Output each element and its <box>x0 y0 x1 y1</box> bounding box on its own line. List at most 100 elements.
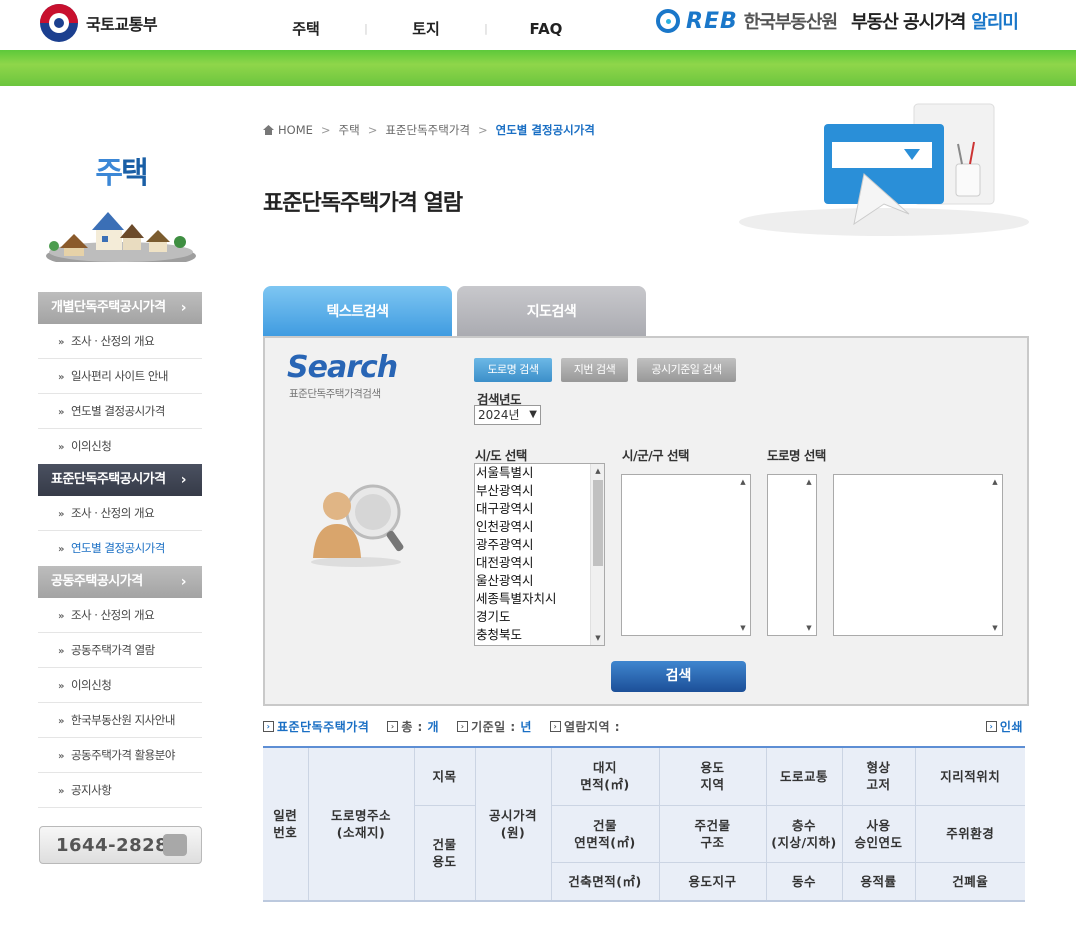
reb-name: 한국부동산원 <box>743 12 838 33</box>
sidebar-item[interactable]: » 연도별 결정공시가격 <box>38 394 202 429</box>
sido-option[interactable]: 충청북도 <box>475 626 604 644</box>
person-magnifier-icon <box>301 478 411 568</box>
nav-land[interactable]: 토지 <box>390 18 462 39</box>
molit-logo[interactable]: 국토교통부 <box>40 4 158 42</box>
tab-text-search[interactable]: 텍스트검색 <box>263 286 452 338</box>
sidebar-item-active[interactable]: » 연도별 결정공시가격 <box>38 531 202 566</box>
chevron-right-icon: › <box>180 574 187 590</box>
year-select[interactable]: 2024년 ▼ <box>474 405 541 425</box>
jibun-search-button[interactable]: 지번 검색 <box>561 358 628 382</box>
sidebar-group-standard[interactable]: 표준단독주택공시가격 › <box>38 464 202 496</box>
road-search-button[interactable]: 도로명 검색 <box>474 358 552 382</box>
scrollbar[interactable]: ▲ ▼ <box>802 475 816 635</box>
scroll-up-icon[interactable]: ▲ <box>591 464 604 478</box>
sidebar-item[interactable]: » 공동주택가격 활용분야 <box>38 738 202 773</box>
sidebar-nav: 개별단독주택공시가격 › » 조사 · 산정의 개요 » 일사편리 사이트 안내 » 연… <box>38 292 202 808</box>
nav-faq[interactable]: FAQ <box>510 20 582 38</box>
scroll-down-icon[interactable]: ▼ <box>802 621 816 635</box>
scroll-down-icon[interactable]: ▼ <box>736 621 750 635</box>
arrow-box-icon: › <box>985 721 997 732</box>
sido-option[interactable]: 부산광역시 <box>475 482 604 500</box>
col-bldg-use: 건물 용도 <box>414 804 476 902</box>
scroll-up-icon[interactable]: ▲ <box>736 475 750 489</box>
sido-option[interactable]: 경기도 <box>475 608 604 626</box>
tab-map-search[interactable]: 지도검색 <box>457 286 646 338</box>
scroll-up-icon[interactable]: ▲ <box>988 475 1002 489</box>
road-name-listbox[interactable]: ▲ ▼ <box>833 474 1003 636</box>
bullet-icon: » <box>58 646 64 657</box>
nav-housing[interactable]: 주택 <box>270 18 342 39</box>
sido-option[interactable]: 대전광역시 <box>475 554 604 572</box>
col-location: 지리적위치 <box>914 746 1025 806</box>
summary-total-unit: 개 <box>427 720 440 734</box>
telephone-icon <box>163 834 187 856</box>
base-date-search-button[interactable]: 공시기준일 검색 <box>637 358 736 382</box>
chevron-right-icon: › <box>180 472 187 488</box>
sido-option[interactable]: 대구광역시 <box>475 500 604 518</box>
breadcrumb-standard[interactable]: 표준단독주택가격 <box>385 122 470 138</box>
road-label: 도로명 선택 <box>767 448 826 463</box>
header: 국토교통부 주택 | 토지 | FAQ REB 한국부동산원 부동산 공시가격 … <box>0 0 1076 50</box>
sidebar-item[interactable]: » 조사 · 산정의 개요 <box>38 598 202 633</box>
sidebar-item[interactable]: » 이의신청 <box>38 668 202 703</box>
sidebar-item[interactable]: » 조사 · 산정의 개요 <box>38 496 202 531</box>
bullet-icon: » <box>58 442 64 453</box>
col-approval: 사용 승인연도 <box>841 804 916 863</box>
bullet-icon: » <box>58 544 64 555</box>
road-initial-listbox[interactable]: ▲ ▼ <box>767 474 817 636</box>
col-structure: 주건물 구조 <box>658 804 767 863</box>
scrollbar[interactable]: ▲ ▼ <box>590 464 604 645</box>
col-environment: 주위환경 <box>914 804 1025 863</box>
sidebar-item[interactable]: » 공동주택가격 열람 <box>38 633 202 668</box>
sigungu-listbox[interactable]: ▲ ▼ <box>621 474 751 636</box>
col-far: 용적률 <box>841 861 916 902</box>
print-button[interactable]: › 인쇄 <box>985 718 1023 735</box>
breadcrumb: HOME > 주택 > 표준단독주택가격 > 연도별 결정공시가격 <box>263 122 595 138</box>
col-address: 도로명주소 (소재지) <box>307 746 415 902</box>
sido-option[interactable]: 울산광역시 <box>475 572 604 590</box>
bullet-icon: » <box>58 407 64 418</box>
sidebar-group-apartment[interactable]: 공동주택공시가격 › <box>38 566 202 598</box>
sido-option[interactable]: 서울특별시 <box>475 464 604 482</box>
sido-option[interactable]: 세종특별자치시 <box>475 590 604 608</box>
arrow-box-icon: › <box>457 721 469 732</box>
col-floors: 층수 (지상/지하) <box>765 804 843 863</box>
breadcrumb-current: 연도별 결정공시가격 <box>495 123 595 137</box>
sidebar-group-individual[interactable]: 개별단독주택공시가격 › <box>38 292 202 324</box>
summary-region-label: 열람지역 : <box>563 720 621 734</box>
col-bcr: 건폐율 <box>914 861 1025 902</box>
search-brand: Search <box>287 350 398 385</box>
search-button[interactable]: 검색 <box>611 661 746 692</box>
sidebar-item[interactable]: » 이의신청 <box>38 429 202 464</box>
scroll-up-icon[interactable]: ▲ <box>802 475 816 489</box>
result-summary: › 표준단독주택가격 › 총 : 개 › 기준일 : 년 › 열람지역 : › 인쇄 <box>263 718 1023 735</box>
scrollbar[interactable]: ▲ ▼ <box>736 475 750 635</box>
scrollbar[interactable]: ▲ ▼ <box>988 475 1002 635</box>
sidebar-item[interactable]: » 일사편리 사이트 안내 <box>38 359 202 394</box>
breadcrumb-housing[interactable]: 주택 <box>339 122 360 138</box>
reb-wordmark: REB <box>686 8 738 34</box>
scrollbar-thumb[interactable] <box>593 480 603 566</box>
sidebar-item[interactable]: » 공지사항 <box>38 773 202 808</box>
col-count: 동수 <box>765 861 843 902</box>
col-bldg-area: 건물 연면적(㎡) <box>550 804 660 863</box>
sido-listbox[interactable]: 서울특별시 부산광역시 대구광역시 인천광역시 광주광역시 대전광역시 울산광역… <box>474 463 605 646</box>
reb-logo[interactable]: REB 한국부동산원 부동산 공시가격 알리미 <box>656 8 1019 34</box>
scroll-down-icon[interactable]: ▼ <box>988 621 1002 635</box>
breadcrumb-home[interactable]: HOME <box>278 123 313 137</box>
sido-option[interactable]: 광주광역시 <box>475 536 604 554</box>
scroll-down-icon[interactable]: ▼ <box>591 631 604 645</box>
phone-banner[interactable]: 1644-2828 <box>39 826 202 864</box>
col-zone: 용도 지역 <box>658 746 767 806</box>
sidebar-item[interactable]: » 조사 · 산정의 개요 <box>38 324 202 359</box>
sidebar-item[interactable]: » 한국부동산원 지사안내 <box>38 703 202 738</box>
government-emblem-icon <box>40 4 78 42</box>
summary-category: 표준단독주택가격 <box>277 720 370 734</box>
summary-base-unit: 년 <box>520 720 532 734</box>
summary-base-label: 기준일 : <box>471 720 516 734</box>
sido-option[interactable]: 인천광역시 <box>475 518 604 536</box>
nav-divider: | <box>484 22 488 35</box>
service-name-accent: 알리미 <box>971 12 1019 33</box>
sigungu-label: 시/군/구 선택 <box>622 448 689 463</box>
bullet-icon: » <box>58 611 64 622</box>
